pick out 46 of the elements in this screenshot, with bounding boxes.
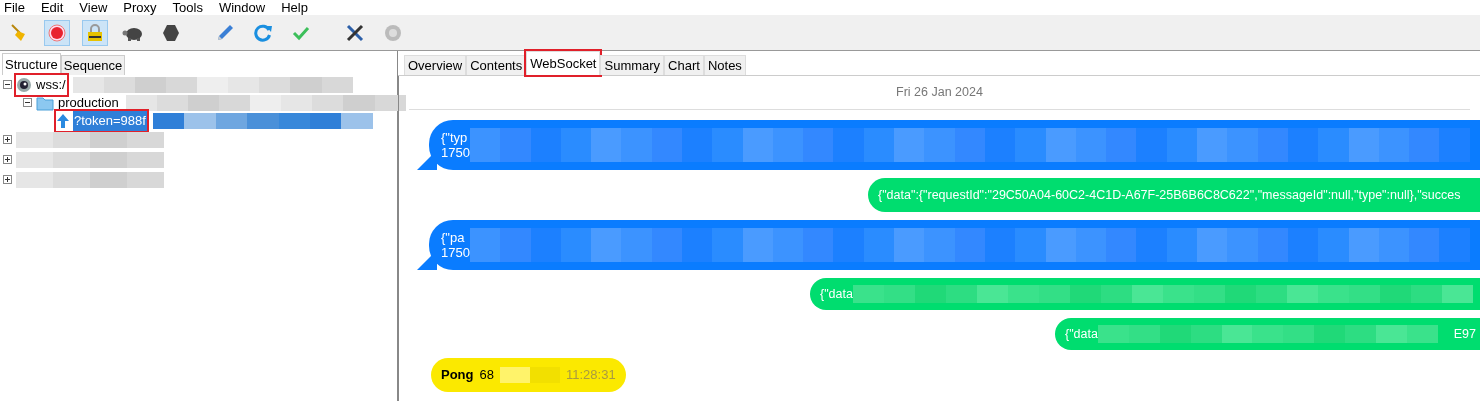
message-text: {"data [1065, 325, 1098, 343]
menu-item[interactable]: Window [218, 0, 266, 15]
redacted-area [499, 367, 560, 383]
message-text: E97 [1453, 325, 1477, 343]
tree-item[interactable]: ?token=988f [73, 111, 147, 131]
menu-item[interactable]: Edit [40, 0, 64, 15]
expand-toggle[interactable] [3, 135, 12, 145]
collapse-toggle[interactable] [23, 98, 32, 108]
tree-item[interactable]: wss:/ [35, 75, 67, 95]
gear-icon [383, 22, 403, 43]
menu-item[interactable]: View [79, 0, 108, 15]
tab[interactable]: Chart [664, 55, 704, 75]
tab[interactable]: Contents [466, 55, 527, 75]
message-type-label: Pong [441, 366, 474, 385]
tab[interactable]: WebSocket [526, 51, 601, 75]
tab[interactable]: Structure [2, 53, 61, 75]
folder-icon [36, 95, 54, 111]
menu-item[interactable]: Proxy [123, 0, 157, 15]
message-text: {"data":{"requestId":"29C50A04-60C2-4C1D-A67F-25B6B6C8C622","messageId":null,"type":null},"succes [878, 186, 1461, 204]
refresh-icon [253, 22, 273, 43]
record-icon [47, 22, 67, 43]
menu-item[interactable]: Help [281, 0, 308, 15]
message-text: {"pa [441, 230, 466, 245]
tab[interactable]: Summary [600, 55, 665, 75]
up-arrow-icon [56, 113, 70, 129]
expand-toggle[interactable] [3, 175, 12, 185]
tab[interactable]: Notes [703, 55, 746, 75]
collapse-toggle[interactable] [3, 80, 12, 90]
message-time: 11:28:31 [565, 366, 616, 385]
menu-item[interactable]: Tools [172, 0, 203, 15]
message-text: 1750 [441, 145, 470, 160]
toolbar-button[interactable] [82, 19, 108, 46]
menu-item[interactable]: File [4, 0, 25, 15]
message-text: 1750 [441, 245, 470, 260]
lock-icon [85, 22, 105, 43]
date-label: Fri 26 Jan 2024 [896, 84, 983, 102]
tab[interactable]: Overview [404, 55, 467, 75]
globe-icon [16, 77, 32, 93]
tab[interactable]: Sequence [60, 55, 126, 75]
expand-toggle[interactable] [3, 155, 12, 165]
message-text: {"typ [441, 130, 469, 145]
message-text: 68 [479, 366, 494, 385]
hexagon-stop-icon [161, 22, 181, 43]
message-text: {"data [820, 285, 853, 303]
pen-icon [215, 22, 235, 43]
tree-item[interactable]: production [57, 93, 120, 113]
